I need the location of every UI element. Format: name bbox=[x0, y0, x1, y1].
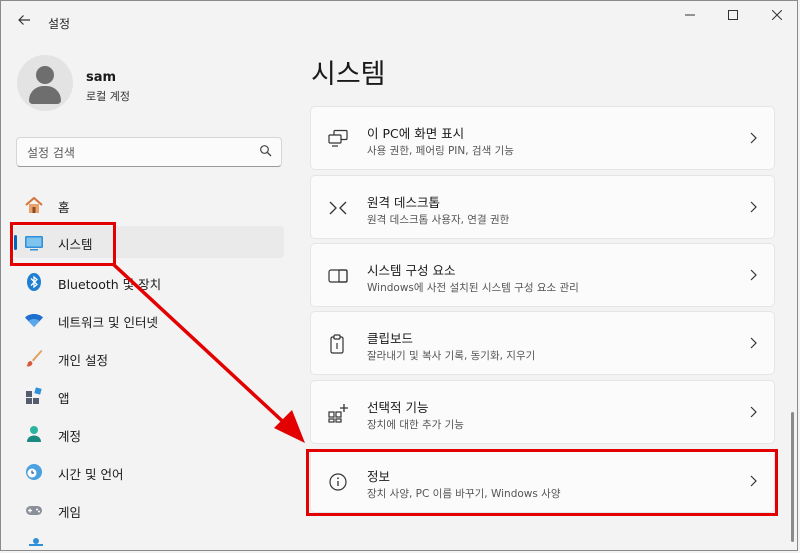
page-title: 시스템 bbox=[311, 59, 386, 90]
back-button[interactable] bbox=[14, 12, 34, 32]
sidebar-item-home[interactable]: 홈 bbox=[14, 189, 284, 221]
card-subtitle: 사용 권한, 페어링 PIN, 검색 기능 bbox=[367, 145, 514, 157]
card-clipboard[interactable]: 클립보드 잘라내기 및 복사 기록, 동기화, 지우기 bbox=[310, 311, 775, 375]
sidebar-item-label: 시간 및 언어 bbox=[58, 467, 124, 482]
sidebar-item-system[interactable]: 시스템 bbox=[14, 226, 284, 258]
sidebar-item-label: 게임 bbox=[58, 505, 82, 520]
sidebar-item-personalization[interactable]: 개인 설정 bbox=[14, 342, 284, 374]
close-button[interactable] bbox=[762, 6, 792, 28]
card-title: 원격 데스크톱 bbox=[367, 195, 440, 210]
brush-icon bbox=[26, 350, 43, 367]
user-name: sam bbox=[86, 70, 117, 85]
info-icon bbox=[329, 473, 347, 491]
sidebar-item-partial bbox=[26, 536, 46, 546]
remote-desktop-icon bbox=[329, 201, 347, 215]
card-system-components[interactable]: 시스템 구성 요소 Windows에 사전 설치된 시스템 구성 요소 관리 bbox=[310, 243, 775, 307]
sidebar-item-time-language[interactable]: 시간 및 언어 bbox=[14, 456, 284, 488]
avatar[interactable] bbox=[17, 55, 73, 111]
sidebar-item-bluetooth[interactable]: Bluetooth 및 장치 bbox=[14, 266, 284, 298]
sidebar-item-gaming[interactable]: 게임 bbox=[14, 494, 284, 526]
card-subtitle: 장치에 대한 추가 기능 bbox=[367, 419, 464, 431]
chevron-right-icon bbox=[750, 337, 757, 349]
avatar-head bbox=[36, 66, 54, 84]
sidebar-item-label: 앱 bbox=[58, 391, 70, 406]
account-type: 로컬 계정 bbox=[86, 90, 130, 103]
close-icon bbox=[771, 9, 783, 21]
card-about[interactable]: 정보 장치 사양, PC 이름 바꾸기, Windows 사양 bbox=[310, 449, 775, 513]
sidebar-item-network[interactable]: 네트워크 및 인터넷 bbox=[14, 304, 284, 336]
maximize-icon bbox=[728, 10, 738, 20]
sidebar-item-label: 개인 설정 bbox=[58, 353, 108, 368]
avatar-body bbox=[29, 86, 61, 104]
clipboard-icon bbox=[330, 334, 344, 354]
accessibility-icon bbox=[29, 538, 43, 546]
account-icon bbox=[27, 426, 41, 442]
card-title: 시스템 구성 요소 bbox=[367, 263, 456, 278]
sidebar-item-label: 시스템 bbox=[58, 237, 93, 252]
maximize-button[interactable] bbox=[718, 6, 748, 28]
chevron-right-icon bbox=[750, 132, 757, 144]
minimize-icon bbox=[685, 14, 695, 16]
sidebar-item-apps[interactable]: 앱 bbox=[14, 380, 284, 412]
scrollbar[interactable] bbox=[791, 412, 794, 542]
apps-icon bbox=[26, 387, 42, 404]
gamepad-icon bbox=[26, 506, 42, 515]
chevron-right-icon bbox=[750, 406, 757, 418]
sidebar-item-label: 네트워크 및 인터넷 bbox=[58, 315, 158, 330]
search-icon[interactable] bbox=[259, 144, 273, 158]
chevron-right-icon bbox=[750, 475, 757, 487]
sidebar-item-label: Bluetooth 및 장치 bbox=[58, 277, 162, 292]
sidebar-item-accounts[interactable]: 계정 bbox=[14, 418, 284, 450]
optional-features-icon bbox=[328, 404, 348, 423]
system-monitor-icon bbox=[25, 236, 43, 251]
chevron-right-icon bbox=[750, 201, 757, 213]
project-to-pc-icon bbox=[328, 129, 348, 147]
card-subtitle: 원격 데스크톱 사용자, 연결 권한 bbox=[367, 214, 510, 226]
card-title: 이 PC에 화면 표시 bbox=[367, 126, 465, 141]
card-title: 선택적 기능 bbox=[367, 400, 429, 415]
card-subtitle: 잘라내기 및 복사 기록, 동기화, 지우기 bbox=[367, 350, 536, 362]
system-components-icon bbox=[328, 269, 348, 283]
card-title: 클립보드 bbox=[367, 331, 414, 346]
title-bar: 설정 bbox=[0, 0, 800, 44]
card-title: 정보 bbox=[367, 469, 391, 484]
sidebar-item-label: 계정 bbox=[58, 429, 82, 444]
app-title: 설정 bbox=[48, 17, 71, 31]
clock-globe-icon bbox=[26, 464, 42, 480]
card-subtitle: Windows에 사전 설치된 시스템 구성 요소 관리 bbox=[367, 282, 579, 294]
minimize-button[interactable] bbox=[675, 6, 705, 28]
card-subtitle: 장치 사양, PC 이름 바꾸기, Windows 사양 bbox=[367, 488, 561, 500]
sidebar-item-label: 홈 bbox=[58, 200, 70, 215]
card-project-to-pc[interactable]: 이 PC에 화면 표시 사용 권한, 페어링 PIN, 검색 기능 bbox=[310, 106, 775, 170]
chevron-right-icon bbox=[750, 269, 757, 281]
wifi-icon bbox=[25, 314, 43, 327]
bluetooth-icon bbox=[27, 273, 41, 291]
search-input[interactable] bbox=[25, 143, 259, 163]
home-icon bbox=[25, 196, 43, 213]
search-box[interactable] bbox=[16, 137, 282, 167]
card-remote-desktop[interactable]: 원격 데스크톱 원격 데스크톱 사용자, 연결 권한 bbox=[310, 175, 775, 239]
selection-indicator bbox=[14, 235, 17, 250]
arrow-left-icon bbox=[18, 15, 30, 25]
card-optional-features[interactable]: 선택적 기능 장치에 대한 추가 기능 bbox=[310, 380, 775, 444]
